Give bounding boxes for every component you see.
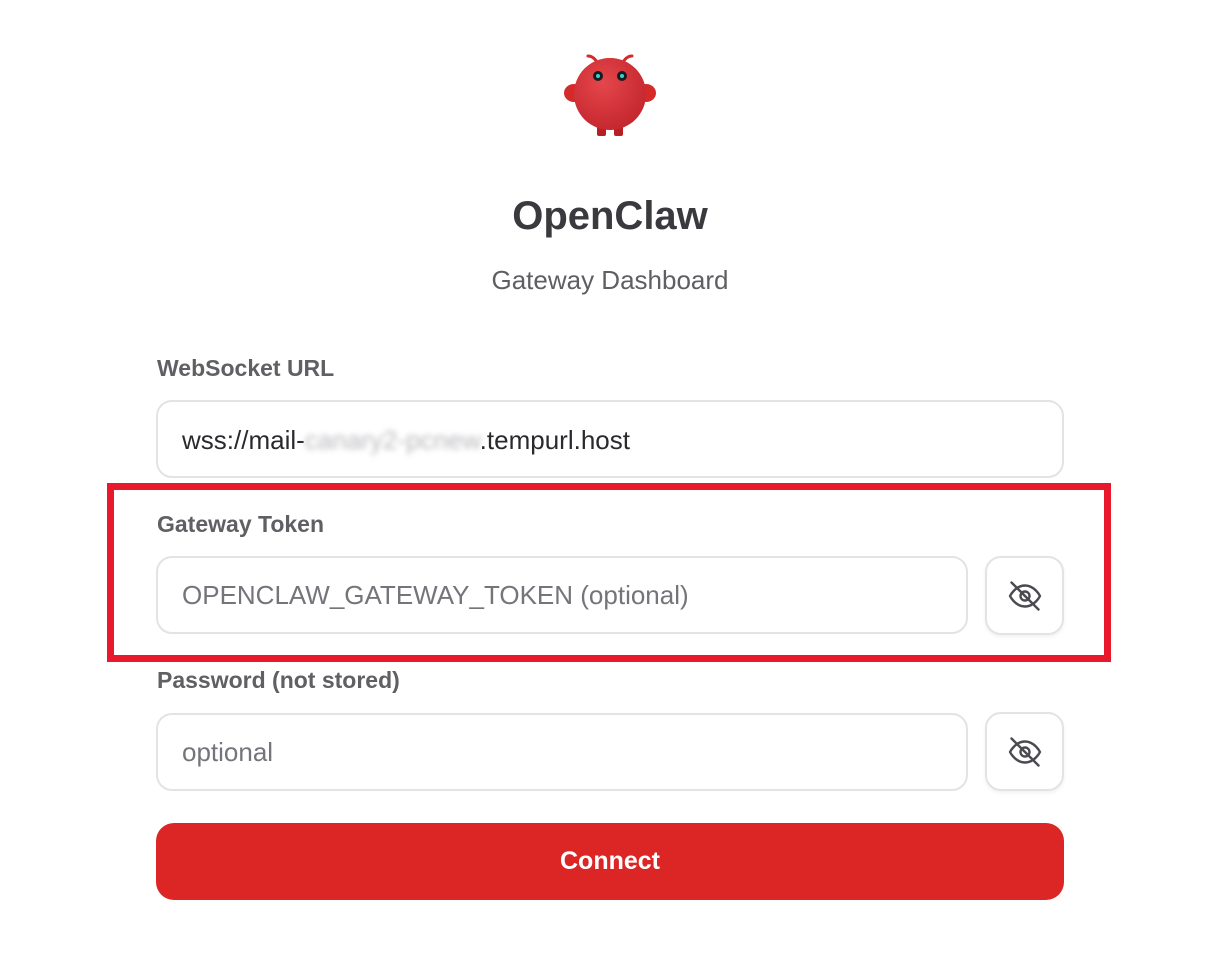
websocket-url-label: WebSocket URL	[157, 355, 335, 381]
password-input[interactable]	[156, 713, 968, 791]
eye-off-icon	[1008, 580, 1041, 611]
app-subtitle: Gateway Dashboard	[491, 265, 729, 295]
toggle-password-visibility-button[interactable]	[985, 712, 1064, 791]
openclaw-logo-icon	[560, 50, 660, 142]
app-title: OpenClaw	[512, 194, 708, 238]
login-page: OpenClaw Gateway Dashboard WebSocket URL…	[0, 0, 1220, 960]
toggle-token-visibility-button[interactable]	[985, 556, 1064, 635]
websocket-url-redacted: canary2-pcnew	[304, 425, 480, 455]
websocket-url-value: wss://mail-canary2-pcnew.tempurl.host	[182, 424, 630, 456]
websocket-url-suffix: .tempurl.host	[479, 425, 630, 455]
gateway-token-label: Gateway Token	[157, 511, 325, 537]
password-label: Password (not stored)	[157, 667, 400, 693]
eye-off-icon	[1008, 736, 1041, 767]
connect-button[interactable]: Connect	[156, 823, 1064, 900]
gateway-token-input[interactable]	[156, 556, 968, 634]
websocket-url-prefix: wss://mail-	[182, 425, 305, 455]
